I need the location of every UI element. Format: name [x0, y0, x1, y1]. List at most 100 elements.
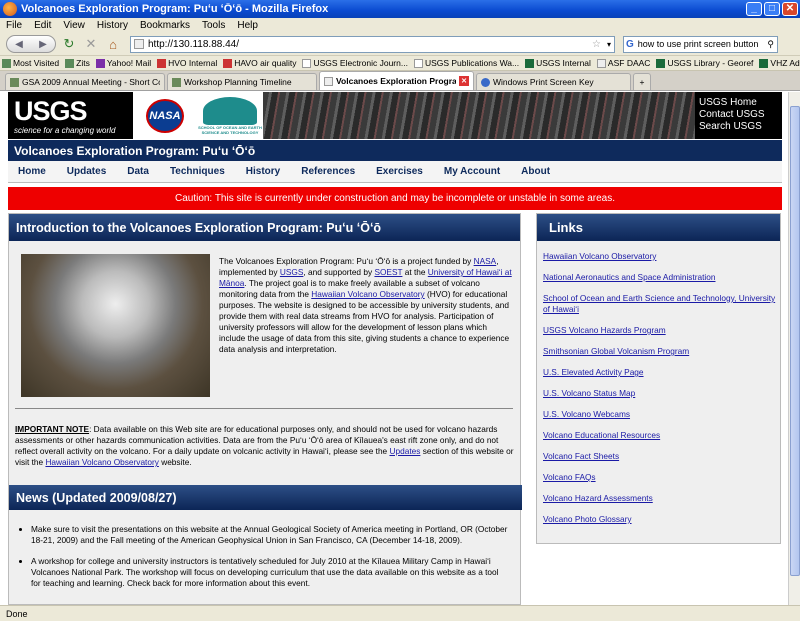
link-faqs[interactable]: Volcano FAQs	[543, 472, 596, 482]
google-icon[interactable]: G	[626, 39, 634, 50]
home-icon[interactable]: ⌂	[104, 35, 122, 53]
link-usgs-vhp[interactable]: USGS Volcano Hazards Program	[543, 325, 666, 335]
stop-icon[interactable]: ✕	[82, 35, 100, 53]
menu-history[interactable]: History	[91, 20, 134, 31]
back-forward-buttons[interactable]: ◀ ▶	[6, 35, 56, 53]
tab-bar: GSA 2009 Annual Meeting - Short Cour... …	[0, 71, 800, 91]
soest-text: SCHOOL OF OCEAN AND EARTH SCIENCE AND TE…	[198, 124, 262, 135]
search-icon[interactable]: ⚲	[767, 39, 774, 50]
bookmark-star-icon[interactable]: ☆	[592, 39, 601, 50]
nav-exercises[interactable]: Exercises	[366, 166, 434, 177]
page-favicon	[134, 39, 144, 49]
site-container: USGS science for a changing world NASA S…	[8, 92, 782, 605]
link-webcams[interactable]: U.S. Volcano Webcams	[543, 409, 630, 419]
tab-favicon	[324, 76, 333, 86]
nav-references[interactable]: References	[291, 166, 366, 177]
nav-home[interactable]: Home	[8, 166, 57, 177]
bookmark-icon	[65, 58, 75, 68]
nav-my-account[interactable]: My Account	[434, 166, 511, 177]
nav-about[interactable]: About	[511, 166, 561, 177]
bookmark-icon	[302, 58, 312, 68]
tab-printscreen[interactable]: Windows Print Screen Key	[476, 73, 631, 90]
scrollbar-thumb[interactable]	[790, 106, 800, 576]
tab-volcanoes[interactable]: Volcanoes Exploration Program: ...✕	[319, 71, 474, 90]
tab-favicon	[172, 77, 181, 87]
nav-history[interactable]: History	[236, 166, 291, 177]
bookmarks-toolbar: Most Visited Zits Yahoo! Mail HVO Intern…	[0, 56, 800, 71]
usgs-tagline: science for a changing world	[14, 126, 116, 135]
nasa-logo[interactable]: NASA	[133, 92, 197, 139]
url-text[interactable]: http://130.118.88.44/	[148, 39, 592, 50]
maximize-button[interactable]: □	[764, 2, 780, 16]
bookmark-item[interactable]: Zits	[63, 58, 94, 68]
bookmark-item[interactable]: Yahoo! Mail	[94, 58, 155, 68]
reload-icon[interactable]: ↻	[60, 35, 78, 53]
updates-link[interactable]: Updates	[389, 446, 420, 456]
usgs-link[interactable]: USGS	[280, 267, 304, 277]
menu-help[interactable]: Help	[231, 20, 264, 31]
dropdown-arrow-icon[interactable]: ▾	[607, 40, 611, 49]
link-hazard-assessments[interactable]: Volcano Hazard Assessments	[543, 493, 653, 503]
important-label: IMPORTANT NOTE	[15, 424, 90, 434]
bookmark-item[interactable]: HAVO air quality	[221, 58, 300, 68]
close-button[interactable]: ✕	[782, 2, 798, 16]
bookmark-icon	[157, 58, 167, 68]
bookmark-item[interactable]: USGS Electronic Journ...	[300, 58, 411, 68]
intro-text: The Volcanoes Exploration Program: Puʻu …	[219, 256, 512, 354]
usgs-logo[interactable]: USGS science for a changing world	[8, 92, 133, 139]
search-input[interactable]: how to use print screen button	[638, 39, 768, 49]
new-tab-button[interactable]: +	[633, 73, 651, 90]
site-banner: USGS science for a changing world NASA S…	[8, 92, 782, 139]
link-fact-sheets[interactable]: Volcano Fact Sheets	[543, 451, 619, 461]
hvo-link-2[interactable]: Hawaiian Volcano Observatory	[45, 457, 158, 467]
search-bar[interactable]: G how to use print screen button ⚲	[623, 35, 778, 53]
link-hvo[interactable]: Hawaiian Volcano Observatory	[543, 251, 656, 261]
bookmark-item[interactable]: USGS Internal	[523, 58, 595, 68]
nav-techniques[interactable]: Techniques	[160, 166, 236, 177]
link-photo-glossary[interactable]: Volcano Photo Glossary	[543, 514, 632, 524]
tab-workshop[interactable]: Workshop Planning Timeline	[167, 73, 317, 90]
tab-favicon	[481, 77, 490, 87]
bookmark-item[interactable]: USGS Publications Wa...	[412, 58, 523, 68]
usgs-home-link[interactable]: USGS Home	[699, 97, 782, 109]
menu-file[interactable]: File	[0, 20, 28, 31]
links-title: Links	[537, 214, 780, 241]
menu-edit[interactable]: Edit	[28, 20, 57, 31]
nasa-link[interactable]: NASA	[474, 256, 497, 266]
menu-bookmarks[interactable]: Bookmarks	[134, 20, 196, 31]
forward-icon[interactable]: ▶	[39, 39, 47, 50]
link-soest[interactable]: School of Ocean and Earth Science and Te…	[543, 293, 775, 314]
status-text: Done	[6, 608, 28, 619]
tab-close-icon[interactable]: ✕	[459, 76, 469, 86]
minimize-button[interactable]: _	[746, 2, 762, 16]
tab-favicon	[10, 77, 19, 87]
bookmark-item[interactable]: ASF DAAC	[595, 58, 655, 68]
tab-gsa[interactable]: GSA 2009 Annual Meeting - Short Cour...	[5, 73, 165, 90]
bookmark-icon	[2, 58, 11, 68]
url-bar[interactable]: http://130.118.88.44/ ☆ ▾	[130, 35, 615, 53]
banner-links: USGS Home Contact USGS Search USGS	[695, 92, 782, 139]
nav-updates[interactable]: Updates	[57, 166, 117, 177]
bookmark-item[interactable]: HVO Internal	[155, 58, 221, 68]
back-icon[interactable]: ◀	[15, 39, 23, 50]
search-usgs-link[interactable]: Search USGS	[699, 121, 782, 133]
vertical-scrollbar[interactable]	[788, 92, 800, 605]
bookmark-item[interactable]: VHZ Admin Intranet	[757, 58, 800, 68]
soest-logo[interactable]: SCHOOL OF OCEAN AND EARTH SCIENCE AND TE…	[197, 92, 263, 139]
menu-tools[interactable]: Tools	[196, 20, 231, 31]
bookmark-item[interactable]: Most Visited	[0, 58, 63, 68]
link-educational[interactable]: Volcano Educational Resources	[543, 430, 660, 440]
hvo-link[interactable]: Hawaiian Volcano Observatory	[311, 289, 424, 299]
nav-data[interactable]: Data	[117, 166, 160, 177]
link-status-map[interactable]: U.S. Volcano Status Map	[543, 388, 635, 398]
bookmark-item[interactable]: USGS Library - Georef	[654, 58, 757, 68]
bookmark-icon	[759, 58, 769, 68]
link-nasa[interactable]: National Aeronautics and Space Administr…	[543, 272, 716, 282]
soest-link[interactable]: SOEST	[374, 267, 402, 277]
navigation-toolbar: ◀ ▶ ↻ ✕ ⌂ http://130.118.88.44/ ☆ ▾ G how…	[0, 33, 800, 56]
link-smithsonian[interactable]: Smithsonian Global Volcanism Program	[543, 346, 689, 356]
menu-view[interactable]: View	[57, 20, 91, 31]
crater-photo	[21, 254, 210, 397]
link-elevated-activity[interactable]: U.S. Elevated Activity Page	[543, 367, 644, 377]
contact-usgs-link[interactable]: Contact USGS	[699, 109, 782, 121]
